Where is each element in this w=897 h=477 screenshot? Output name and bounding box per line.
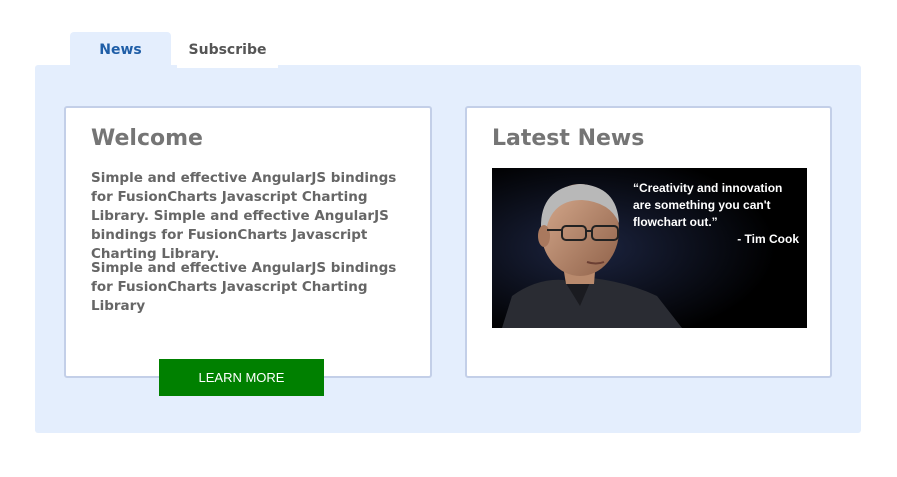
latest-news-card: Latest News “Creativity and innovation a… <box>465 106 832 378</box>
learn-more-button[interactable]: LEARN MORE <box>159 359 324 396</box>
tab-subscribe-label: Subscribe <box>188 42 267 58</box>
welcome-paragraph: Simple and effective AngularJS bindings … <box>91 170 397 262</box>
welcome-card: Welcome Simple and effective AngularJS b… <box>64 106 432 378</box>
latest-news-title: Latest News <box>492 126 645 151</box>
tab-news-label: News <box>99 42 142 58</box>
welcome-paragraph: Simple and effective AngularJS bindings … <box>91 260 397 314</box>
quote-author: - Tim Cook <box>737 232 799 246</box>
tab-subscribe[interactable]: Subscribe <box>177 32 278 68</box>
quote-text: “Creativity and innovation are something… <box>633 181 783 229</box>
tab-news[interactable]: News <box>70 32 171 68</box>
news-photo: “Creativity and innovation are something… <box>492 168 807 328</box>
welcome-title: Welcome <box>91 126 203 151</box>
